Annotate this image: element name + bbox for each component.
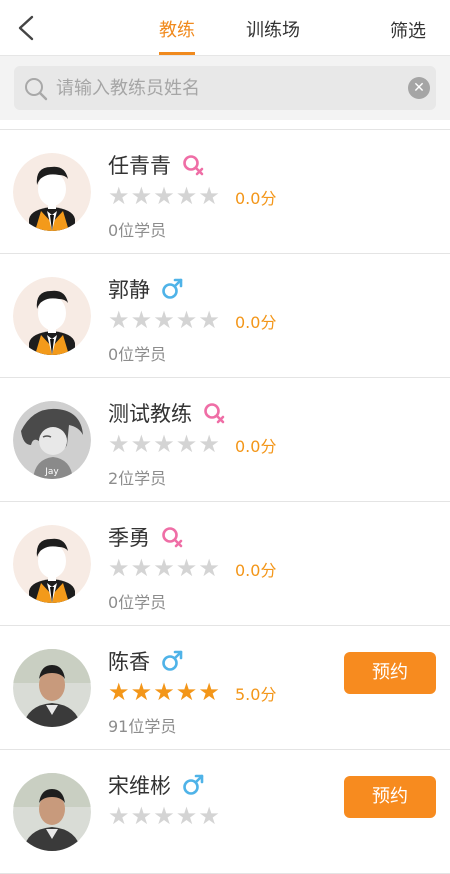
name-line: 郭静: [108, 274, 184, 304]
coach-name: 郭静: [108, 278, 150, 302]
book-button[interactable]: 预约: [344, 776, 436, 818]
star-icon: ★: [130, 182, 153, 210]
star-icon: ★: [108, 678, 130, 706]
star-icon: ★: [153, 678, 175, 706]
rating-score: 0.0分: [235, 189, 277, 208]
rating-score: 0.0分: [235, 313, 277, 332]
star-icon: ★: [153, 430, 175, 458]
male-icon: [160, 277, 184, 301]
search-box: ✕: [14, 66, 436, 110]
avatar: [13, 649, 91, 727]
rating-stars: ★ ★ ★ ★ ★: [108, 555, 221, 581]
clear-search-icon[interactable]: ✕: [408, 77, 430, 99]
coach-row[interactable]: 宋维彬 ★ ★ ★ ★ ★ 预约: [0, 750, 450, 874]
top-nav-bar: 教练 训练场 筛选: [0, 0, 450, 56]
name-line: 季勇: [108, 522, 184, 552]
female-icon: [202, 401, 226, 425]
star-icon: ★: [198, 678, 220, 706]
name-line: 宋维彬: [108, 770, 205, 800]
coach-row[interactable]: Jay 测试教练 ★ ★ ★ ★ ★ 0.0分 2位学员: [0, 378, 450, 502]
name-line: 任青青: [108, 150, 205, 180]
star-icon: ★: [108, 430, 130, 458]
male-icon: [160, 649, 184, 673]
male-icon: [181, 773, 205, 797]
coach-row[interactable]: 季勇 ★ ★ ★ ★ ★ 0.0分 0位学员: [0, 502, 450, 626]
rating-stars: ★ ★ ★ ★ ★: [108, 307, 221, 333]
name-line: 测试教练: [108, 398, 226, 428]
star-icon: ★: [153, 802, 175, 830]
rating-stars: ★ ★ ★ ★ ★: [108, 431, 221, 457]
coach-row[interactable]: 郭静 ★ ★ ★ ★ ★ 0.0分 0位学员: [0, 254, 450, 378]
student-count: 0位学员: [108, 345, 167, 364]
back-arrow-icon[interactable]: [14, 14, 40, 42]
student-count: 0位学员: [108, 593, 167, 612]
star-icon: ★: [130, 678, 153, 706]
active-tab-indicator: [159, 52, 195, 55]
star-icon: ★: [175, 182, 198, 210]
coach-name: 测试教练: [108, 402, 192, 426]
star-icon: ★: [175, 430, 198, 458]
star-icon: ★: [108, 554, 130, 582]
star-icon: ★: [130, 430, 153, 458]
book-button[interactable]: 预约: [344, 652, 436, 694]
tab-training-field[interactable]: 训练场: [246, 16, 300, 42]
search-icon: [25, 78, 48, 101]
filter-button[interactable]: 筛选: [390, 17, 426, 43]
rating-score: 0.0分: [235, 437, 277, 456]
star-icon: ★: [108, 802, 130, 830]
coach-name: 季勇: [108, 526, 150, 550]
star-icon: ★: [198, 802, 220, 830]
star-icon: ★: [108, 306, 130, 334]
avatar: [13, 153, 91, 231]
coach-row[interactable]: 任青青 ★ ★ ★ ★ ★ 0.0分 0位学员: [0, 130, 450, 254]
tab-coach[interactable]: 教练: [159, 16, 195, 42]
student-count: 0位学员: [108, 221, 167, 240]
name-line: 陈香: [108, 646, 184, 676]
star-icon: ★: [175, 802, 198, 830]
svg-text:Jay: Jay: [44, 467, 59, 477]
student-count: 2位学员: [108, 469, 167, 488]
student-count: 91位学员: [108, 717, 177, 736]
rating-stars: ★ ★ ★ ★ ★: [108, 183, 221, 209]
coach-name: 陈香: [108, 650, 150, 674]
star-icon: ★: [153, 306, 175, 334]
female-icon: [160, 525, 184, 549]
avatar: [13, 525, 91, 603]
star-icon: ★: [130, 554, 153, 582]
rating-score: 0.0分: [235, 561, 277, 580]
star-icon: ★: [175, 554, 198, 582]
rating-stars: ★ ★ ★ ★ ★: [108, 803, 221, 829]
star-icon: ★: [108, 182, 130, 210]
star-icon: ★: [130, 306, 153, 334]
search-input[interactable]: [56, 66, 396, 110]
star-icon: ★: [175, 678, 198, 706]
search-bar-area: ✕: [0, 56, 450, 120]
star-icon: ★: [153, 554, 175, 582]
rating-stars: ★ ★ ★ ★ ★: [108, 679, 221, 705]
star-icon: ★: [175, 306, 198, 334]
star-icon: ★: [198, 182, 220, 210]
avatar: [13, 773, 91, 851]
star-icon: ★: [198, 554, 220, 582]
avatar: [13, 277, 91, 355]
avatar: Jay: [13, 401, 91, 479]
star-icon: ★: [198, 306, 220, 334]
coach-name: 任青青: [108, 154, 171, 178]
coach-row[interactable]: 陈香 ★ ★ ★ ★ ★ 5.0分 91位学员 预约: [0, 626, 450, 750]
rating-score: 5.0分: [235, 685, 277, 704]
star-icon: ★: [153, 182, 175, 210]
coach-name: 宋维彬: [108, 774, 171, 798]
coach-list: 任青青 ★ ★ ★ ★ ★ 0.0分 0位学员 郭静 ★ ★ ★ ★ ★ 0.0分 0位学员 Jay 测试教练 ★ ★…: [0, 130, 450, 874]
female-icon: [181, 153, 205, 177]
star-icon: ★: [130, 802, 153, 830]
star-icon: ★: [198, 430, 220, 458]
